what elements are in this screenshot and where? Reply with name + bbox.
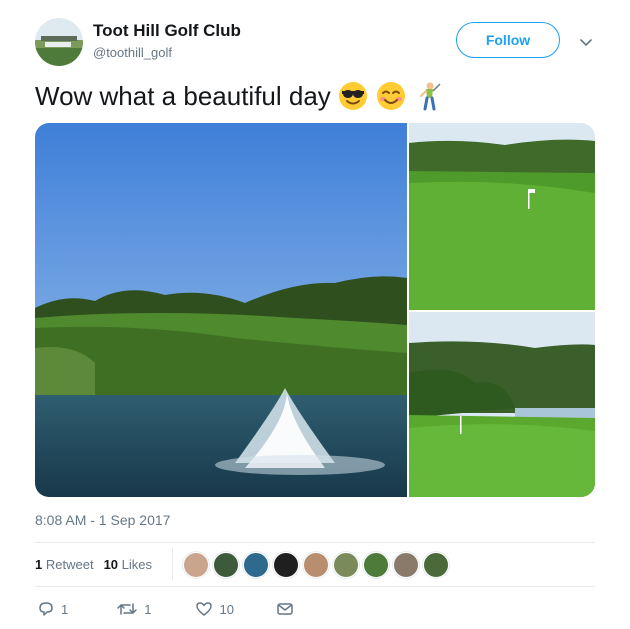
photo-green-top[interactable] <box>409 123 595 310</box>
liker-avatar[interactable] <box>243 552 269 578</box>
direct-message-button[interactable] <box>276 600 294 618</box>
retweet-icon <box>117 603 137 615</box>
follow-button[interactable]: Follow <box>456 22 560 58</box>
reply-count: 1 <box>61 601 69 617</box>
tweet-text: Wow what a beautiful day <box>35 80 331 111</box>
liker-avatar[interactable] <box>273 552 299 578</box>
account-name[interactable]: Toot Hill Golf Club <box>93 21 241 41</box>
envelope-icon <box>277 603 293 615</box>
account-handle[interactable]: @toothill_golf <box>93 45 172 60</box>
liker-avatar[interactable] <box>333 552 359 578</box>
reply-icon <box>39 602 53 616</box>
liker-avatar[interactable] <box>423 552 449 578</box>
retweets-count: 1 <box>35 557 43 572</box>
stats-divider <box>172 548 173 580</box>
liker-avatar[interactable] <box>183 552 209 578</box>
retweets-label: Retweet <box>45 557 94 572</box>
likes-label: Likes <box>121 557 153 572</box>
liker-avatar[interactable] <box>213 552 239 578</box>
heart-icon <box>196 602 213 616</box>
tweet-timestamp[interactable]: 8:08 AM - 1 Sep 2017 <box>35 512 170 528</box>
photo-green-bottom[interactable] <box>409 312 595 497</box>
reply-button[interactable]: 1 <box>37 600 68 618</box>
retweets-stat[interactable]: 1 Retweet <box>35 557 94 572</box>
photo-fountain[interactable] <box>35 123 407 497</box>
likes-stat[interactable]: 10 Likes <box>104 557 152 572</box>
smiling-face-emoji-icon <box>375 80 407 112</box>
like-button[interactable]: 10 <box>195 600 234 618</box>
tweet-text-row: Wow what a beautiful day <box>35 80 445 112</box>
liker-avatar[interactable] <box>363 552 389 578</box>
avatar[interactable] <box>35 18 83 66</box>
chevron-down-icon[interactable] <box>576 32 596 52</box>
liker-avatars <box>183 552 449 578</box>
tweet-actions: 1 1 10 <box>35 600 294 618</box>
retweet-button[interactable]: 1 <box>116 600 151 618</box>
retweet-count: 1 <box>144 601 152 617</box>
media-grid <box>35 123 595 497</box>
divider <box>35 586 595 587</box>
liker-avatar[interactable] <box>303 552 329 578</box>
like-count: 10 <box>219 601 234 617</box>
golfer-emoji-icon <box>413 80 445 112</box>
divider <box>35 542 595 543</box>
liker-avatar[interactable] <box>393 552 419 578</box>
sunglasses-emoji-icon <box>337 80 369 112</box>
engagement-stats: 1 Retweet 10 Likes <box>35 557 152 572</box>
likes-count: 10 <box>103 557 119 572</box>
